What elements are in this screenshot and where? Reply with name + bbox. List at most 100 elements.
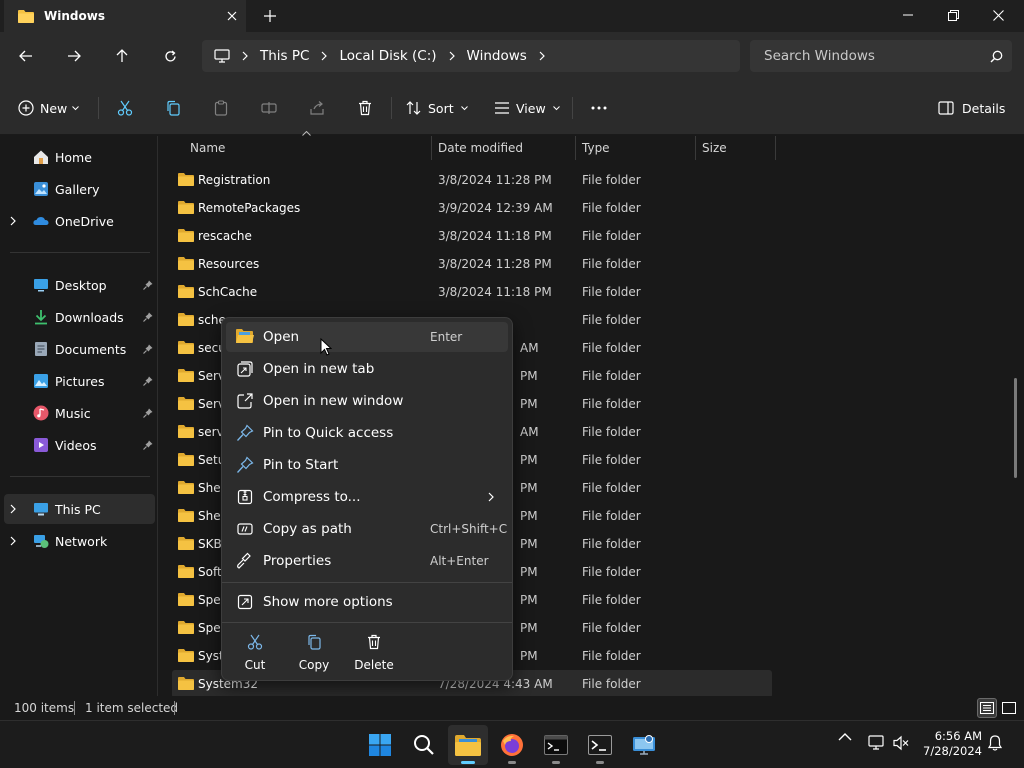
folder-icon xyxy=(178,312,194,326)
rename-button[interactable] xyxy=(257,94,281,122)
taskbar-search-button[interactable] xyxy=(404,725,444,765)
chevron-right-icon[interactable] xyxy=(539,51,545,61)
pin-icon[interactable] xyxy=(143,312,153,322)
menu-item-pin-to-start[interactable]: Pin to Start xyxy=(226,450,508,480)
quick-action-copy[interactable]: Copy xyxy=(288,630,340,674)
column-type[interactable]: Type xyxy=(576,136,696,160)
quick-action-cut[interactable]: Cut xyxy=(229,630,281,674)
breadcrumb-local-disk[interactable]: Local Disk (C:) xyxy=(339,48,436,64)
copy-button[interactable] xyxy=(161,94,185,122)
sidebar-item-gallery[interactable]: Gallery xyxy=(0,174,155,204)
column-name[interactable]: Name xyxy=(184,136,432,160)
show-hidden-icons-chevron-up-icon[interactable] xyxy=(838,733,852,741)
details-view-icon[interactable] xyxy=(977,698,997,718)
details-button[interactable]: Details xyxy=(938,94,1005,122)
menu-item-pin-quick-access[interactable]: Pin to Quick access xyxy=(226,418,508,448)
taskbar-terminal[interactable] xyxy=(536,725,576,765)
vertical-scrollbar[interactable] xyxy=(1014,378,1017,478)
cut-button[interactable] xyxy=(113,94,137,122)
column-date-modified[interactable]: Date modified xyxy=(432,136,576,160)
new-button[interactable]: New xyxy=(18,94,80,122)
sidebar-item-music[interactable]: Music xyxy=(0,398,155,428)
folder-icon xyxy=(178,480,194,494)
sidebar-item-documents[interactable]: Documents xyxy=(0,334,155,364)
menu-item-open-new-window[interactable]: Open in new window xyxy=(226,386,508,416)
menu-item-compress[interactable]: Compress to... xyxy=(226,482,508,512)
folder-icon xyxy=(178,620,194,634)
sidebar-item-pictures[interactable]: Pictures xyxy=(0,366,155,396)
menu-item-open[interactable]: Open Enter xyxy=(226,322,508,352)
file-type: File folder xyxy=(582,313,641,327)
search-icon[interactable] xyxy=(980,50,1012,63)
divider xyxy=(10,252,150,253)
pin-icon[interactable] xyxy=(143,344,153,354)
new-tab-icon[interactable] xyxy=(256,0,284,32)
tab-windows[interactable]: Windows xyxy=(4,0,246,32)
menu-item-open-new-tab[interactable]: Open in new tab xyxy=(226,354,508,384)
network-status-icon[interactable] xyxy=(868,735,886,751)
menu-item-properties[interactable]: Properties Alt+Enter xyxy=(226,546,508,576)
share-button[interactable] xyxy=(305,94,329,122)
chevron-right-icon[interactable] xyxy=(10,504,16,514)
breadcrumb-windows[interactable]: Windows xyxy=(467,48,527,64)
start-button[interactable] xyxy=(360,725,400,765)
notification-bell-icon[interactable] xyxy=(988,735,1002,751)
divider xyxy=(74,701,75,715)
volume-muted-icon[interactable] xyxy=(893,735,909,751)
pin-icon[interactable] xyxy=(143,376,153,386)
search-box[interactable]: Search Windows xyxy=(750,40,1012,72)
pin-icon[interactable] xyxy=(143,280,153,290)
menu-item-copy-as-path[interactable]: Copy as path Ctrl+Shift+C xyxy=(226,514,508,544)
close-tab-icon[interactable] xyxy=(218,0,246,32)
menu-item-show-more-options[interactable]: Show more options xyxy=(226,587,508,617)
quick-action-delete[interactable]: Delete xyxy=(348,630,400,674)
sidebar-item-onedrive[interactable]: OneDrive xyxy=(0,206,155,236)
table-row[interactable]: RemotePackages 3/9/2024 12:39 AM File fold… xyxy=(172,194,772,222)
file-type: File folder xyxy=(582,425,641,439)
back-arrow-icon[interactable] xyxy=(10,41,42,71)
large-icons-view-icon[interactable] xyxy=(999,698,1019,718)
taskbar-file-explorer[interactable] xyxy=(448,725,488,765)
file-date: PM xyxy=(520,481,538,495)
view-button[interactable]: View xyxy=(494,94,560,122)
breadcrumb-this-pc[interactable]: This PC xyxy=(260,48,309,64)
chevron-right-icon[interactable] xyxy=(10,216,16,226)
paste-button[interactable] xyxy=(209,94,233,122)
pin-icon[interactable] xyxy=(143,440,153,450)
pin-icon[interactable] xyxy=(143,408,153,418)
taskbar-firefox[interactable] xyxy=(492,725,532,765)
forward-arrow-icon[interactable] xyxy=(58,41,90,71)
restore-icon[interactable] xyxy=(930,0,976,30)
taskbar-remote-desktop[interactable] xyxy=(624,725,664,765)
minimize-icon[interactable] xyxy=(885,0,931,30)
table-row[interactable]: Registration 3/8/2024 11:28 PM File folder xyxy=(172,166,772,194)
up-arrow-icon[interactable] xyxy=(106,41,138,71)
running-indicator xyxy=(508,761,516,764)
sidebar-item-videos[interactable]: Videos xyxy=(0,430,155,460)
chevron-right-icon[interactable] xyxy=(10,536,16,546)
sidebar-item-home[interactable]: Home xyxy=(0,142,155,172)
divider xyxy=(222,622,512,623)
more-options-button[interactable] xyxy=(587,94,611,122)
column-size[interactable]: Size xyxy=(696,136,776,160)
menu-item-label: Open xyxy=(263,329,300,345)
delete-button[interactable] xyxy=(353,94,377,122)
address-bar[interactable]: This PC Local Disk (C:) Windows xyxy=(202,40,740,72)
table-row[interactable]: Resources 3/8/2024 11:28 PM File folder xyxy=(172,250,772,278)
file-type: File folder xyxy=(582,397,641,411)
scissors-icon xyxy=(117,100,133,116)
taskbar: 6:56 AM 7/28/2024 xyxy=(0,720,1024,768)
table-row[interactable]: SchCache 3/8/2024 11:18 PM File folder xyxy=(172,278,772,306)
taskbar-command-prompt[interactable] xyxy=(580,725,620,765)
sidebar-item-network[interactable]: Network xyxy=(0,526,155,556)
search-input[interactable]: Search Windows xyxy=(764,48,980,64)
close-window-icon[interactable] xyxy=(975,0,1021,30)
sort-button[interactable]: Sort xyxy=(406,94,468,122)
sidebar-item-this-pc[interactable]: This PC xyxy=(4,494,155,524)
sidebar-item-desktop[interactable]: Desktop xyxy=(0,270,155,300)
sidebar-item-downloads[interactable]: Downloads xyxy=(0,302,155,332)
folder-icon xyxy=(178,648,194,662)
system-clock[interactable]: 6:56 AM 7/28/2024 xyxy=(912,729,982,759)
table-row[interactable]: rescache 3/8/2024 11:18 PM File folder xyxy=(172,222,772,250)
refresh-icon[interactable] xyxy=(154,41,186,71)
